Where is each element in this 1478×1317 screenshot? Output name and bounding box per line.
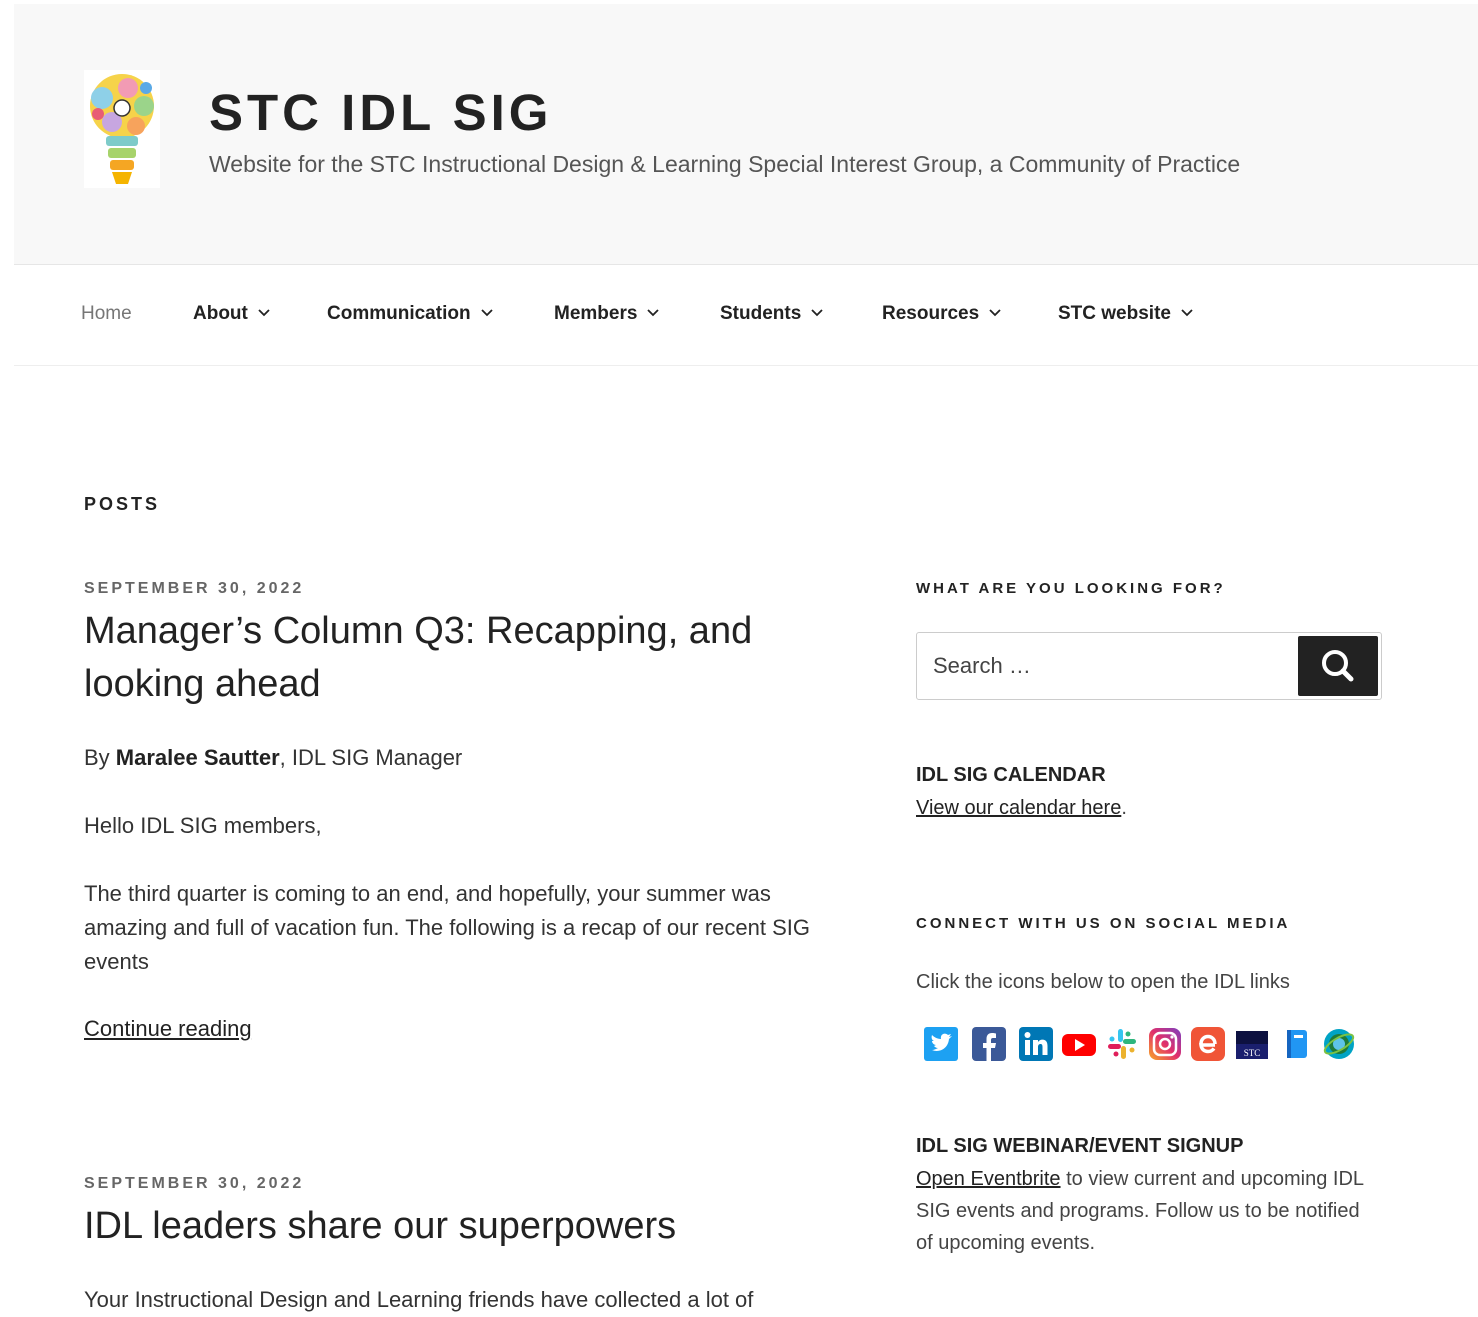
continue-reading-link[interactable]: Continue reading <box>84 1016 252 1042</box>
post-date[interactable]: SEPTEMBER 30, 2022 <box>84 580 304 598</box>
nav-item-stc-website[interactable]: STC website <box>1058 303 1193 325</box>
chevron-down-icon <box>480 309 493 317</box>
stc-icon[interactable]: STC <box>1234 1025 1270 1063</box>
byline-suffix: , IDL SIG Manager <box>279 745 463 770</box>
calendar-punctuation: . <box>1121 797 1127 819</box>
nav-item-label: STC website <box>1058 303 1171 324</box>
main-navigation: Home About Communication Members Student… <box>14 265 1478 366</box>
nav-item-label: Students <box>720 303 802 324</box>
post-title-line: looking ahead <box>84 663 321 705</box>
nav-item-about[interactable]: About <box>193 303 270 325</box>
site-description: Website for the STC Instructional Design… <box>209 151 1241 177</box>
chevron-down-icon <box>258 309 270 317</box>
nav-item-label: Communication <box>327 303 471 324</box>
search-input[interactable] <box>917 633 1297 699</box>
chevron-down-icon <box>647 309 660 317</box>
post-title-line: Manager’s Column Q3: Recapping, and <box>84 610 753 652</box>
post-excerpt: Your Instructional Design and Learning f… <box>84 1287 754 1312</box>
post-byline: By Maralee Sautter, IDL SIG Manager <box>84 741 844 775</box>
nav-item-students[interactable]: Students <box>720 303 823 325</box>
nav-item-label: Members <box>554 303 638 324</box>
byline-prefix: By <box>84 745 116 770</box>
lightbulb-logo[interactable] <box>84 70 160 188</box>
nav-item-label: Resources <box>882 303 980 324</box>
nav-item-members[interactable]: Members <box>554 303 660 325</box>
instagram-icon[interactable] <box>1147 1025 1183 1063</box>
nav-item-label: About <box>193 303 248 324</box>
site-title[interactable]: STC IDL SIG <box>209 82 552 143</box>
twitter-icon[interactable] <box>923 1025 959 1063</box>
social-widget-heading: CONNECT WITH US ON SOCIAL MEDIA <box>916 915 1291 932</box>
signup-widget-heading: IDL SIG WEBINAR/EVENT SIGNUP <box>916 1135 1244 1157</box>
view-calendar-link[interactable]: View our calendar here <box>916 797 1121 819</box>
nav-item-home[interactable]: Home <box>81 303 132 325</box>
nav-item-resources[interactable]: Resources <box>882 303 1001 325</box>
chevron-down-icon <box>811 309 823 317</box>
chevron-down-icon <box>989 309 1001 317</box>
notebook-icon[interactable] <box>1278 1025 1314 1063</box>
linkedin-icon[interactable] <box>1018 1025 1054 1063</box>
post-greeting: Hello IDL SIG members, <box>84 813 322 838</box>
search-form <box>916 632 1382 700</box>
nav-item-communication[interactable]: Communication <box>327 303 493 325</box>
post-date[interactable]: SEPTEMBER 30, 2022 <box>84 1175 304 1193</box>
slack-icon[interactable] <box>1104 1025 1140 1063</box>
post-title[interactable]: Manager’s Column Q3: Recapping, and look… <box>84 605 752 711</box>
social-intro: Click the icons below to open the IDL li… <box>916 971 1290 993</box>
search-button[interactable] <box>1298 636 1378 696</box>
globe-icon[interactable] <box>1321 1025 1357 1063</box>
post-title[interactable]: IDL leaders share our superpowers <box>84 1200 676 1253</box>
facebook-icon[interactable] <box>971 1025 1007 1063</box>
posts-section-heading: POSTS <box>84 494 161 514</box>
open-eventbrite-link[interactable]: Open Eventbrite <box>916 1168 1061 1190</box>
search-icon <box>1322 650 1354 682</box>
signup-text: Open Eventbrite to view current and upco… <box>916 1163 1376 1259</box>
byline-author: Maralee Sautter <box>115 745 280 770</box>
eventbrite-icon[interactable] <box>1190 1025 1226 1063</box>
youtube-icon[interactable] <box>1061 1025 1097 1063</box>
nav-item-label: Home <box>81 303 132 324</box>
calendar-widget-heading: IDL SIG CALENDAR <box>916 764 1106 786</box>
calendar-text: View our calendar here. <box>916 792 1376 824</box>
stc-icon-text: STC <box>1244 1048 1261 1058</box>
search-widget-heading: WHAT ARE YOU LOOKING FOR? <box>916 580 1226 597</box>
post-excerpt: The third quarter is coming to an end, a… <box>84 881 810 974</box>
chevron-down-icon <box>1181 309 1193 317</box>
